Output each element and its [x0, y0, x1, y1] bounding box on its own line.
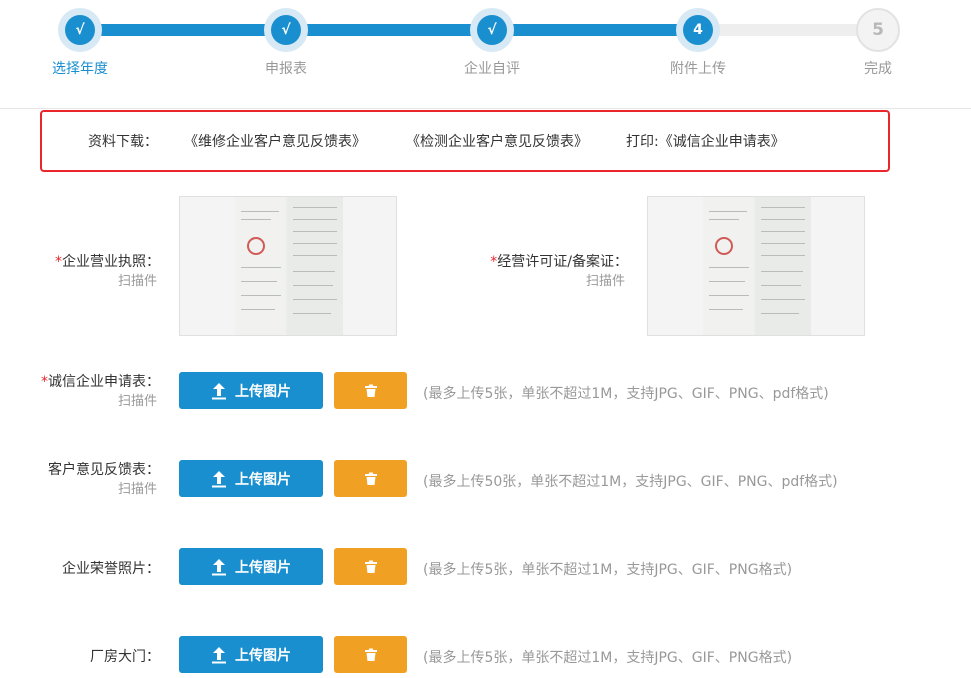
- step-label-select-year[interactable]: 选择年度: [20, 58, 140, 78]
- download-label: 资料下载：: [88, 134, 158, 150]
- trash-icon: [364, 560, 377, 573]
- print-integrity-application-link[interactable]: 打印:《诚信企业申请表》: [626, 131, 785, 151]
- customer-feedback-label: 客户意见反馈表：: [48, 462, 160, 478]
- inspection-feedback-form-link[interactable]: 《检测企业客户意见反馈表》: [406, 131, 588, 151]
- operating-permit-thumbnail[interactable]: [647, 196, 865, 336]
- customer-feedback-sublabel: 扫描件: [117, 482, 157, 497]
- attachment-upload-page: √ √ √ 4 5 选择年度 申报表 企业自评 附件上传 完成 资料下载： 《维…: [0, 0, 971, 678]
- factory-gate-label: 厂房大门：: [90, 649, 160, 665]
- customer-feedback-hint: (最多上传50张，单张不超过1M，支持JPG、GIF、PNG、pdf格式): [423, 474, 838, 490]
- business-license-thumbnail[interactable]: [179, 196, 397, 336]
- trash-icon: [364, 648, 377, 661]
- upload-arrow-icon: [212, 558, 226, 575]
- integrity-application-label: *诚信企业申请表：: [41, 374, 160, 390]
- stepper-track-remaining: [698, 24, 878, 36]
- step-label-attachment-upload[interactable]: 附件上传: [638, 58, 758, 78]
- business-license-label: *企业营业执照：: [55, 254, 160, 270]
- stepper-track-completed: [80, 24, 698, 36]
- step-3-marker: √: [470, 8, 514, 52]
- customer-feedback-delete-button[interactable]: [334, 460, 407, 497]
- repair-feedback-form-link[interactable]: 《维修企业客户意见反馈表》: [184, 131, 366, 151]
- trash-icon: [364, 384, 377, 397]
- trash-icon: [364, 472, 377, 485]
- operating-permit-label: *经营许可证/备案证：: [490, 254, 628, 270]
- operating-permit-sublabel: 扫描件: [585, 274, 625, 289]
- honor-photos-delete-button[interactable]: [334, 548, 407, 585]
- upload-arrow-icon: [212, 470, 226, 487]
- integrity-application-delete-button[interactable]: [334, 372, 407, 409]
- step-label-self-evaluation[interactable]: 企业自评: [432, 58, 552, 78]
- check-icon: √: [477, 15, 507, 45]
- integrity-application-hint: (最多上传5张，单张不超过1M，支持JPG、GIF、PNG、pdf格式): [423, 386, 829, 402]
- upload-arrow-icon: [212, 382, 226, 399]
- step-4-marker: 4: [676, 8, 720, 52]
- honor-photos-label: 企业荣誉照片：: [62, 561, 160, 577]
- integrity-application-upload-button[interactable]: 上传图片: [179, 372, 323, 409]
- step-2-marker: √: [264, 8, 308, 52]
- factory-gate-delete-button[interactable]: [334, 636, 407, 673]
- step-5-marker: 5: [856, 8, 900, 52]
- factory-gate-hint: (最多上传5张，单张不超过1M，支持JPG、GIF、PNG格式): [423, 650, 793, 666]
- factory-gate-upload-button[interactable]: 上传图片: [179, 636, 323, 673]
- honor-photos-upload-button[interactable]: 上传图片: [179, 548, 323, 585]
- upload-arrow-icon: [212, 646, 226, 663]
- scanned-document-image: [235, 197, 343, 335]
- progress-stepper: √ √ √ 4 5 选择年度 申报表 企业自评 附件上传 完成: [0, 0, 971, 109]
- scanned-document-image: [703, 197, 811, 335]
- step-label-complete: 完成: [864, 61, 892, 77]
- step-label-declaration[interactable]: 申报表: [226, 58, 346, 78]
- business-license-sublabel: 扫描件: [117, 274, 157, 289]
- step-1-marker: √: [58, 8, 102, 52]
- integrity-application-sublabel: 扫描件: [117, 394, 157, 409]
- check-icon: √: [271, 15, 301, 45]
- download-materials-box: 资料下载： 《维修企业客户意见反馈表》 《检测企业客户意见反馈表》 打印:《诚信…: [40, 110, 890, 172]
- check-icon: √: [65, 15, 95, 45]
- honor-photos-hint: (最多上传5张，单张不超过1M，支持JPG、GIF、PNG格式): [423, 562, 793, 578]
- customer-feedback-upload-button[interactable]: 上传图片: [179, 460, 323, 497]
